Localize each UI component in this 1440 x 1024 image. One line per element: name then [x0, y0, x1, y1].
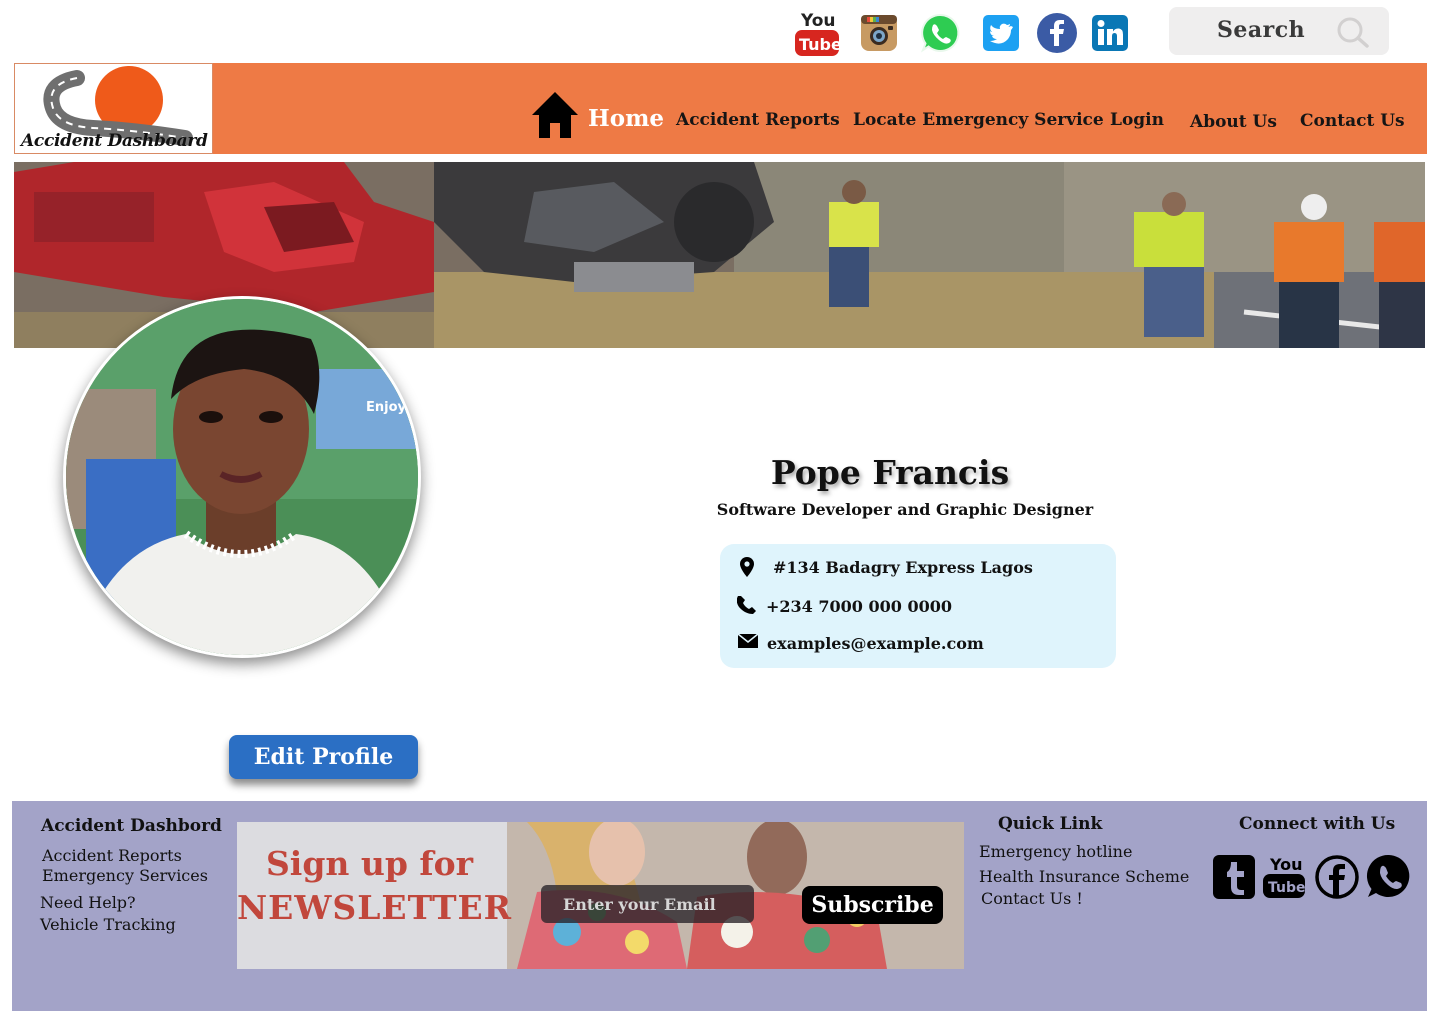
quick-link-health-insurance[interactable]: Health Insurance Scheme — [979, 867, 1189, 886]
newsletter-title-line1: Sign up for — [265, 844, 474, 883]
footer-youtube-you-text: You — [1269, 855, 1303, 874]
facebook-icon[interactable] — [1033, 8, 1081, 58]
profile-avatar[interactable]: Enjoy — [63, 296, 421, 658]
nav-home[interactable]: Home — [588, 105, 664, 132]
subscribe-button[interactable]: Subscribe — [802, 886, 943, 924]
footer-facebook-icon[interactable] — [1314, 853, 1360, 901]
profile-email: examples@example.com — [767, 634, 984, 653]
phone-icon — [737, 596, 756, 614]
newsletter-email-input[interactable] — [541, 885, 754, 923]
social-bar: You Tube Search — [0, 0, 1440, 60]
footer-link-vehicle-tracking[interactable]: Vehicle Tracking — [40, 915, 176, 934]
youtube-icon[interactable]: You Tube — [793, 8, 841, 58]
footer-link-need-help[interactable]: Need Help? — [40, 893, 136, 912]
youtube-you-text: You — [800, 11, 836, 31]
quick-link-heading: Quick Link — [998, 814, 1103, 834]
quick-link-emergency-hotline[interactable]: Emergency hotline — [979, 842, 1132, 861]
linkedin-icon[interactable] — [1086, 8, 1134, 58]
footer-link-accident-reports[interactable]: Accident Reports — [42, 846, 182, 865]
profile-photo: Enjoy — [66, 299, 418, 655]
location-pin-icon — [740, 557, 754, 577]
avatar-sign-text: Enjoy — [366, 400, 407, 415]
footer-brand-heading: Accident Dashbord — [41, 816, 222, 836]
contact-info-card: #134 Badagry Express Lagos +234 7000 000… — [720, 544, 1116, 668]
home-icon[interactable] — [530, 90, 580, 140]
nav-about-us[interactable]: About Us — [1190, 112, 1277, 132]
edit-profile-button[interactable]: Edit Profile — [229, 735, 418, 779]
nav-accident-reports[interactable]: Accident Reports — [676, 110, 840, 130]
footer-youtube-tube-text: Tube — [1268, 880, 1306, 896]
twitter-icon[interactable] — [977, 8, 1025, 58]
profile-role: Software Developer and Graphic Designer — [716, 500, 1094, 519]
instagram-icon[interactable] — [855, 8, 903, 58]
tumblr-icon[interactable] — [1212, 853, 1256, 901]
quick-link-contact-us[interactable]: Contact Us ! — [981, 889, 1083, 908]
profile-address: #134 Badagry Express Lagos — [773, 558, 1033, 577]
connect-heading: Connect with Us — [1239, 814, 1396, 834]
nav-bar — [14, 63, 1427, 154]
newsletter-title-line2: NEWSLETTER — [237, 888, 513, 927]
logo[interactable]: Accident Dashboard — [14, 63, 213, 154]
search-label: Search — [1217, 17, 1306, 43]
footer-whatsapp-icon[interactable] — [1365, 853, 1413, 901]
profile-phone: +234 7000 000 0000 — [766, 597, 952, 616]
profile-name: Pope Francis — [770, 453, 1010, 492]
nav-contact-us[interactable]: Contact Us — [1300, 111, 1405, 131]
youtube-tube-text: Tube — [799, 35, 841, 54]
search-icon[interactable] — [1333, 15, 1373, 49]
nav-locate-emergency-service[interactable]: Locate Emergency Service — [853, 110, 1104, 130]
footer-link-emergency-services[interactable]: Emergency Services — [42, 866, 208, 885]
logo-text: Accident Dashboard — [21, 131, 208, 151]
nav-login[interactable]: Login — [1110, 110, 1164, 130]
footer-youtube-icon[interactable]: You Tube — [1261, 853, 1307, 901]
mail-icon — [738, 634, 758, 648]
search-box[interactable]: Search — [1169, 7, 1389, 55]
whatsapp-icon[interactable] — [916, 8, 964, 58]
newsletter-signup: Sign up for NEWSLETTER Subscribe — [237, 822, 964, 969]
